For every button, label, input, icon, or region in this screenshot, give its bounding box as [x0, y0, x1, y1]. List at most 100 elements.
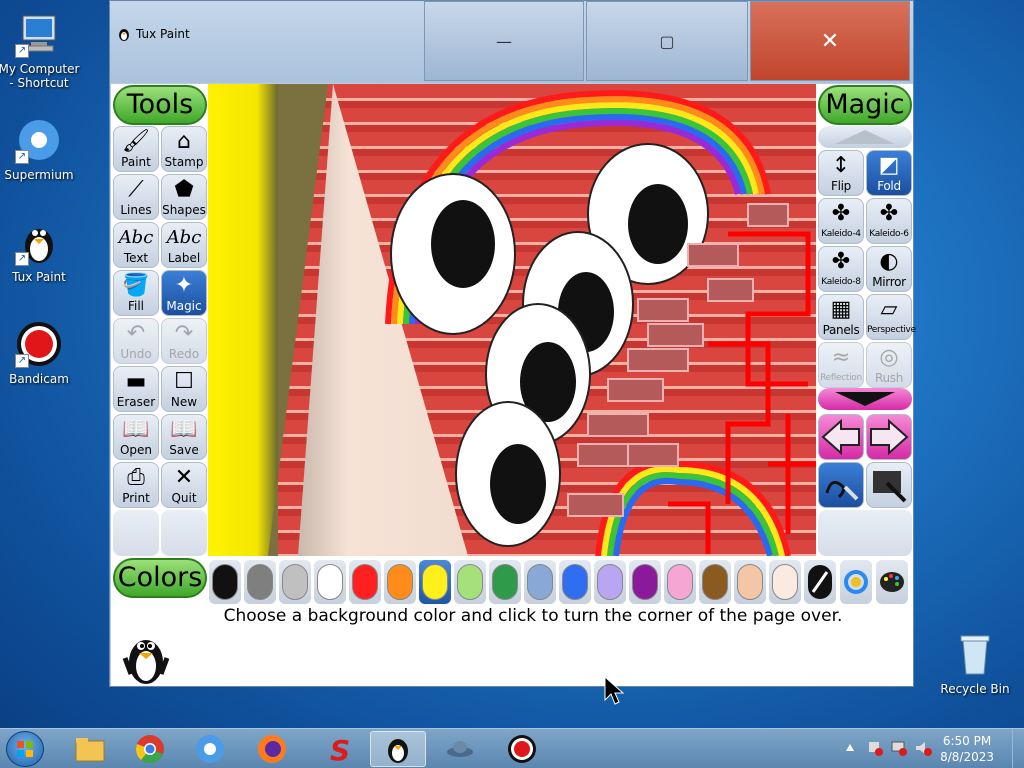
color-swatch-fill — [667, 564, 693, 600]
show-desktop-button[interactable] — [1012, 729, 1024, 768]
tool-redo-button[interactable]: ↷ Redo — [161, 318, 207, 364]
magic-left-arrow-button[interactable] — [818, 414, 864, 460]
magic-kaleido-6-button[interactable]: ✤ Kaleido-6 — [866, 198, 912, 244]
taskbar-s-app[interactable]: S — [312, 731, 368, 767]
magic-fullscreen-mode-button[interactable] — [866, 462, 912, 508]
taskbar-network-app[interactable] — [432, 731, 488, 767]
tool-text-button[interactable]: Abc Text — [113, 222, 159, 268]
desktop-icon-tux-paint[interactable]: ↗ Tux Paint — [0, 218, 81, 284]
color-swatch[interactable] — [244, 560, 276, 604]
magic-label: Flip — [831, 179, 851, 193]
magic-rush-button[interactable]: ◎ Rush — [866, 342, 912, 388]
magic-flip-button[interactable]: ↕ Flip — [818, 150, 864, 196]
perspective-icon: ▱ — [880, 297, 898, 322]
color-swatch-fill — [562, 564, 588, 600]
color-swatch[interactable] — [769, 560, 801, 604]
color-swatch[interactable] — [629, 560, 661, 604]
tray-expand-icon[interactable] — [845, 743, 855, 753]
tool-magic-button[interactable]: ✦ Magic — [161, 270, 207, 316]
tool-shapes-button[interactable]: ⬟ Shapes — [161, 174, 207, 220]
desktop-icon-supermium[interactable]: ↗ Supermium — [0, 116, 81, 182]
magic-perspective-button[interactable]: ▱ Perspective — [866, 294, 916, 340]
empty-tool-slot — [113, 510, 159, 556]
color-swatch[interactable] — [664, 560, 696, 604]
magic-kaleido-8-button[interactable]: ✤ Kaleido-8 — [818, 246, 864, 292]
color-mixer-button[interactable] — [876, 560, 908, 604]
tool-save-button[interactable]: 📖 Save — [161, 414, 207, 460]
tool-new-button[interactable]: ☐ New — [161, 366, 207, 412]
desktop-icon-bandicam[interactable]: ↗ Bandicam — [0, 320, 81, 386]
magic-paint-mode-button[interactable] — [818, 462, 864, 508]
maximize-button[interactable]: ▢ — [586, 1, 748, 81]
tool-stamp-button[interactable]: ⌂ Stamp — [161, 126, 207, 172]
color-swatch[interactable] — [349, 560, 381, 604]
tool-eraser-button[interactable]: ▬ Eraser — [113, 366, 159, 412]
tool-undo-button[interactable]: ↶ Undo — [113, 318, 159, 364]
color-swatch-fill — [282, 564, 308, 600]
color-swatch[interactable] — [559, 560, 591, 604]
color-swatch[interactable] — [454, 560, 486, 604]
color-swatch-fill — [317, 564, 343, 600]
taskbar-tux-paint[interactable] — [370, 731, 426, 767]
tux-mascot-icon — [122, 640, 170, 684]
windows-logo-icon — [17, 741, 33, 757]
taskbar-file-explorer[interactable] — [62, 731, 118, 767]
tool-print-button[interactable]: ⎙ Print — [113, 462, 159, 508]
color-picker-button[interactable] — [804, 560, 836, 604]
color-swatch[interactable] — [209, 560, 241, 604]
color-swatch[interactable] — [699, 560, 731, 604]
reflection-icon: ≈ — [831, 345, 851, 370]
canvas-artwork — [208, 84, 816, 556]
title-bar[interactable]: Tux Paint — ▢ ✕ — [110, 1, 913, 83]
desktop-icon-recycle-bin[interactable]: Recycle Bin — [933, 630, 1017, 696]
scroll-down-button[interactable] — [818, 388, 912, 410]
triangle-up-icon — [835, 130, 895, 144]
desktop-icon-label: Supermium — [4, 168, 74, 182]
magic-right-arrow-button[interactable] — [866, 414, 912, 460]
clock[interactable]: 6:50 PM 8/8/2023 — [940, 733, 994, 765]
start-button[interactable] — [6, 731, 44, 767]
color-swatch[interactable] — [279, 560, 311, 604]
label-icon: Abc — [166, 227, 202, 248]
color-swatch[interactable] — [524, 560, 556, 604]
magic-reflection-button[interactable]: ≈ Reflection — [818, 342, 864, 388]
magic-label: Perspective — [867, 325, 916, 335]
taskbar-firefox[interactable] — [244, 731, 300, 767]
action-center-flag-icon[interactable] — [866, 739, 884, 757]
tool-fill-button[interactable]: 🪣 Fill — [113, 270, 159, 316]
tool-open-button[interactable]: 📖 Open — [113, 414, 159, 460]
ufo-icon — [447, 741, 473, 757]
new-icon: ☐ — [174, 369, 194, 394]
tool-paint-button[interactable]: 🖌 Paint — [113, 126, 159, 172]
scroll-up-button[interactable] — [818, 126, 912, 148]
color-swatch[interactable] — [384, 560, 416, 604]
taskbar-chrome[interactable] — [122, 731, 178, 767]
magic-fold-button[interactable]: ◩ Fold — [866, 150, 912, 196]
desktop-icon-label: Bandicam — [9, 372, 69, 386]
taskbar-bandicam[interactable] — [494, 731, 550, 767]
color-swatch[interactable] — [734, 560, 766, 604]
magic-mirror-button[interactable]: ◐ Mirror — [866, 246, 912, 292]
shapes-icon: ⬟ — [174, 177, 194, 202]
tool-quit-button[interactable]: ✕ Quit — [161, 462, 207, 508]
eraser-icon: ▬ — [125, 369, 147, 394]
taskbar-supermium[interactable] — [182, 731, 238, 767]
magic-label: Mirror — [872, 275, 906, 289]
tool-lines-button[interactable]: ⟋ Lines — [113, 174, 159, 220]
minimize-button[interactable]: — — [424, 1, 584, 81]
magic-panels-button[interactable]: ▦ Panels — [818, 294, 864, 340]
close-button[interactable]: ✕ — [750, 1, 910, 81]
supermium-icon: ↗ — [15, 116, 63, 164]
color-swatch[interactable] — [419, 560, 451, 604]
desktop-icon-my-computer[interactable]: ↗ My Computer - Shortcut — [0, 10, 81, 90]
tool-label-button[interactable]: Abc Label — [161, 222, 207, 268]
color-wheel-button[interactable] — [840, 560, 872, 604]
magic-kaleido-4-button[interactable]: ✤ Kaleido-4 — [818, 198, 864, 244]
network-icon[interactable] — [890, 739, 908, 757]
color-swatch[interactable] — [314, 560, 346, 604]
color-swatch[interactable] — [489, 560, 521, 604]
drawing-canvas[interactable] — [208, 84, 816, 556]
tool-label: Save — [169, 443, 199, 457]
volume-muted-icon[interactable] — [914, 739, 932, 757]
color-swatch[interactable] — [594, 560, 626, 604]
